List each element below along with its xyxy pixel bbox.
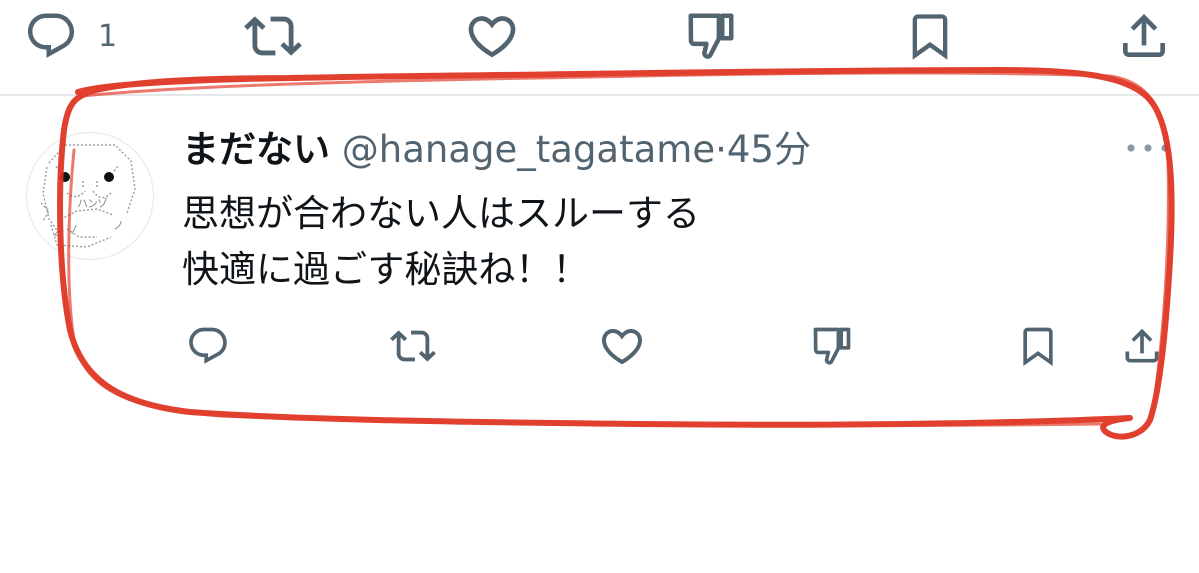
top-share-button[interactable] [1116,8,1172,64]
display-name[interactable]: まだない [182,128,330,171]
downvote-icon [688,13,734,59]
top-downvote-button[interactable] [684,8,738,64]
reply-count: 1 [98,18,118,54]
top-bookmark-button[interactable] [904,8,956,64]
svg-text:ゾ: ゾ [97,197,108,210]
avatar-ascii-face-image: ハ ン ゾ ∠ / ノ [40,144,136,248]
like-icon [601,329,643,365]
avatar[interactable]: ハ ン ゾ ∠ / ノ [26,132,154,260]
like-button[interactable] [598,318,646,374]
downvote-button[interactable] [810,318,854,374]
svg-text:/: / [71,223,78,236]
share-icon [1123,14,1165,57]
share-button[interactable] [1120,318,1164,374]
bookmark-icon [912,14,948,60]
top-action-bar: 1 [0,0,1199,80]
bookmark-button[interactable] [1016,318,1060,374]
reply-icon [189,327,227,364]
separator-dot: · [715,128,727,171]
retweet-button[interactable] [390,318,436,374]
retweet-icon [390,330,436,362]
svg-text:ノ: ノ [113,219,124,232]
timestamp[interactable]: 45分 [727,128,811,171]
more-button[interactable] [1125,136,1171,160]
top-reply-button[interactable]: 1 [24,8,117,64]
tweet-text-line: 快適に過ごす秘訣ね！！ [182,248,590,291]
top-like-button[interactable] [464,8,520,64]
reply-button[interactable] [186,318,230,374]
bookmark-icon [1023,327,1053,367]
tweet-text: 思想が合わない人はスルーする 快適に過ごす秘訣ね！！ [182,186,700,298]
retweet-icon [244,16,302,56]
reply-icon [27,13,75,58]
svg-text:∠: ∠ [53,227,60,240]
tweet-text-line: 思想が合わない人はスルーする [182,192,700,235]
downvote-icon [813,327,851,365]
tweet-header: まだない @hanage_tagatame·45分 [182,126,811,174]
top-retweet-button[interactable] [244,8,302,64]
share-icon [1125,328,1159,363]
more-icon [1127,144,1169,152]
user-handle[interactable]: @hanage_tagatame [342,128,715,171]
like-icon [468,16,516,58]
tweet-action-bar [0,318,1199,378]
